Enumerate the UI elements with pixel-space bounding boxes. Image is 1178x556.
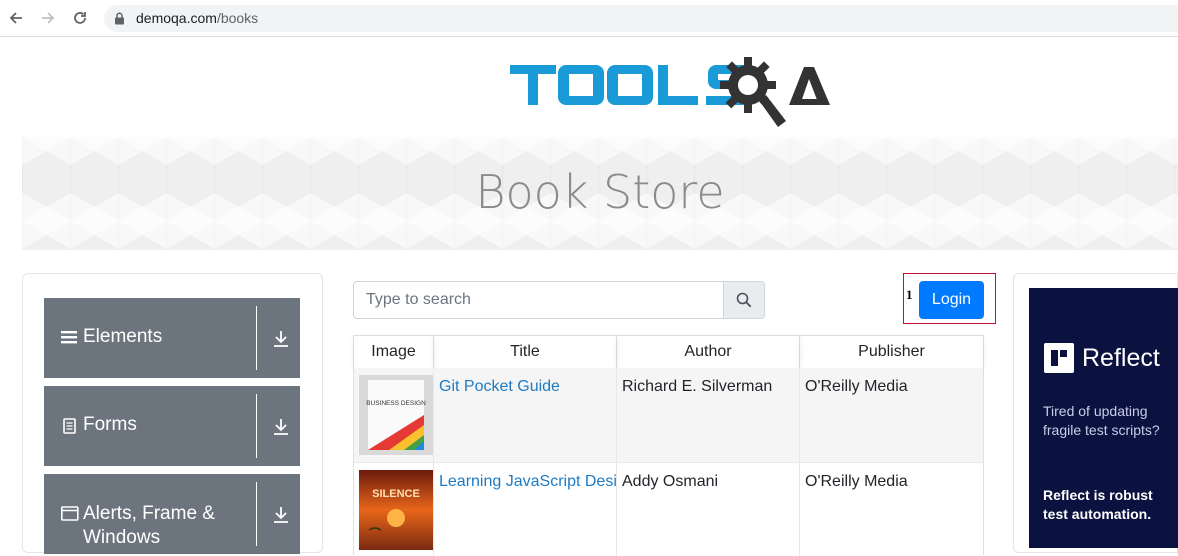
ad-text: Tired of updating fragile test scripts?: [1043, 403, 1160, 438]
document-icon: [63, 418, 76, 434]
sidebar-group-forms[interactable]: Forms: [44, 386, 300, 466]
back-button[interactable]: [5, 7, 27, 29]
divider: [256, 394, 257, 458]
url-path: /books: [216, 10, 259, 26]
reflect-logo-icon: [1044, 343, 1074, 373]
lock-icon: [115, 12, 124, 25]
page-banner: Book Store: [22, 137, 1178, 250]
book-cover-image: SILENCE: [359, 470, 433, 550]
address-bar[interactable]: demoqa.com/books: [104, 5, 1178, 32]
book-cover-text: SILENCE: [372, 488, 420, 500]
login-button[interactable]: Login: [919, 281, 984, 319]
sidebar-group-alerts-frame-windows[interactable]: Alerts, Frame & Windows: [44, 474, 300, 554]
table-row: SILENCE Learning JavaScript Design Patte…: [354, 462, 983, 556]
books-table: Image Title Author Publisher BUSINESS DE…: [353, 335, 984, 556]
sidebar-group-elements[interactable]: Elements: [44, 298, 300, 378]
book-cover-image: BUSINESS DESIGN: [359, 375, 433, 455]
publisher-cell: O'Reilly Media: [805, 473, 908, 490]
arrow-left-icon: [9, 12, 22, 24]
ad-brand: Reflect: [1082, 344, 1160, 372]
image-cell: SILENCE: [354, 463, 434, 556]
download-arrow-icon: [274, 419, 288, 435]
sidebar-group-label: Forms: [83, 414, 137, 435]
publisher-cell: O'Reilly Media: [805, 378, 908, 395]
hamburger-icon: [61, 331, 77, 344]
search-button[interactable]: [723, 281, 765, 319]
author-cell: Addy Osmani: [617, 463, 800, 556]
download-arrow-icon: [274, 331, 288, 347]
column-header-author[interactable]: Author: [617, 336, 800, 368]
book-cover-text: BUSINESS DESIGN: [366, 400, 426, 407]
image-cell: BUSINESS DESIGN: [354, 368, 434, 462]
title-cell: Learning JavaScript Design Patterns: [434, 463, 617, 556]
sidebar: Elements Forms Alerts, Frame & Windows: [22, 273, 323, 554]
toolsqa-logo[interactable]: [508, 55, 832, 129]
column-header-publisher[interactable]: Publisher: [800, 336, 983, 368]
sidebar-group-label: Alerts, Frame & Windows: [83, 503, 215, 548]
window-icon: [61, 506, 79, 521]
sidebar-group-label: Elements: [83, 326, 163, 347]
download-arrow-icon: [274, 507, 288, 523]
table-row: BUSINESS DESIGN Git Pocket Guide Richard…: [354, 368, 983, 462]
author-cell: Richard E. Silverman: [617, 368, 800, 462]
url-host: demoqa.com: [136, 10, 217, 26]
search-box: [353, 281, 765, 319]
reflect-ad[interactable]: Reflect Tired of updating fragile test s…: [1029, 288, 1178, 548]
forward-button[interactable]: [37, 7, 59, 29]
url-text: demoqa.com/books: [136, 10, 258, 27]
title-cell: Git Pocket Guide: [434, 368, 617, 462]
ad-headline: Reflect is robust test automation.: [1043, 487, 1153, 522]
reload-button[interactable]: [69, 7, 91, 29]
arrow-right-icon: [42, 12, 55, 24]
book-title-link[interactable]: Git Pocket Guide: [439, 378, 560, 395]
annotation-marker: 1: [906, 287, 913, 302]
column-header-image[interactable]: Image: [354, 336, 434, 368]
browser-toolbar: demoqa.com/books: [0, 0, 1178, 37]
divider: [256, 306, 257, 370]
reload-icon: [74, 12, 86, 24]
search-input[interactable]: [354, 282, 723, 318]
search-icon: [736, 292, 752, 308]
book-title-link[interactable]: Learning JavaScript Design Patterns: [439, 473, 616, 490]
column-header-title[interactable]: Title: [434, 336, 617, 368]
page-title: Book Store: [475, 165, 725, 219]
divider: [256, 482, 257, 546]
